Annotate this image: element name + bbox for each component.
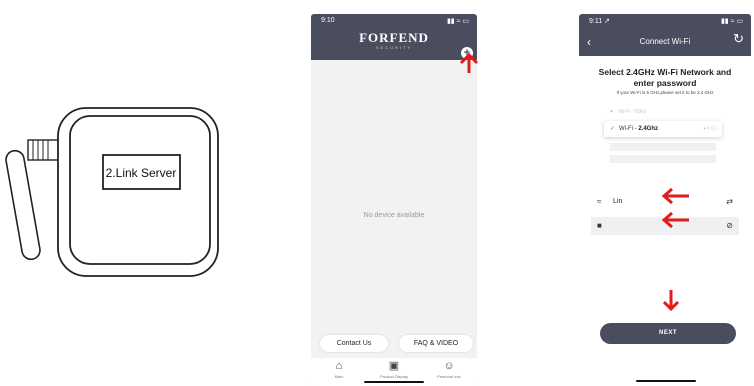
lock-icon: ■ (597, 221, 602, 230)
contact-us-button[interactable]: Contact Us (320, 335, 388, 352)
check-icon: ✓ (610, 126, 616, 132)
swap-icon[interactable]: ⇄ (726, 193, 733, 211)
tab-personal-info[interactable]: ☺ Personal Info (424, 360, 474, 379)
page-title: Connect Wi-Fi (639, 37, 691, 46)
server-body-inner (69, 115, 211, 265)
home-icon: ⌂ (335, 360, 343, 372)
cart-icon: ▣ (388, 360, 400, 372)
ssid-value: Lin (613, 198, 623, 205)
arrow-left-icon (661, 211, 689, 229)
brand-logo: FORFEND (359, 30, 429, 45)
tab-label: Main (334, 374, 344, 379)
person-icon: ☺ (443, 360, 455, 372)
tab-product-display[interactable]: ▣ Product Display (369, 360, 419, 379)
tab-main[interactable]: ⌂ Main (314, 360, 364, 379)
tab-label: Personal Info (437, 374, 461, 379)
faq-video-button[interactable]: FAQ & VIDEO (399, 335, 473, 352)
status-bar: 9:10 ▮▮ ≈ ▭ (311, 14, 477, 28)
network-row-24ghz[interactable]: ✓ Wi-Fi - 2.4Ghz • ≈ ⓘ (604, 121, 722, 137)
instruction-hint: If your Wi-Fi is 5 GHz,please set it to … (616, 90, 714, 95)
brand-subtitle: SECURITY (375, 45, 413, 50)
status-bar: 9:11 ↗ ▮▮ ≈ ▭ (579, 14, 751, 28)
device-label: 2.Link Server (106, 166, 177, 180)
network-name: Wi-Fi - 5Ghz (618, 109, 647, 115)
empty-state-text: No device available (363, 212, 425, 219)
status-time: 9:10 (321, 17, 335, 24)
arrow-up-icon (459, 52, 479, 73)
next-button[interactable]: NEXT (600, 323, 736, 344)
wifi-network-list: × Wi-Fi - 5Ghz ✓ Wi-Fi - 2.4Ghz • ≈ ⓘ (604, 107, 722, 169)
refresh-icon[interactable]: ↻ (733, 31, 744, 47)
link-server-illustration: 2.Link Server (5, 107, 219, 277)
status-icons: ▮▮ ≈ ▭ (720, 18, 743, 25)
antenna (5, 139, 61, 261)
arrow-left-icon (661, 187, 689, 205)
home-indicator (364, 381, 424, 383)
wifi-icon: ≈ (597, 197, 602, 206)
network-row-5ghz[interactable]: × Wi-Fi - 5Ghz (610, 107, 716, 117)
arrow-down-icon (662, 290, 680, 312)
instruction-heading: Select 2.4GHz Wi-Fi Network and enter pa… (598, 67, 732, 88)
home-indicator (636, 380, 696, 382)
phone-screen-home: 9:10 ▮▮ ≈ ▭ FORFEND SECURITY + No device… (311, 14, 477, 386)
eye-off-icon[interactable]: ⊘ (726, 217, 733, 235)
network-row-placeholder (610, 155, 716, 163)
network-row-placeholder (610, 143, 716, 151)
signal-icon: • ≈ ⓘ (703, 126, 716, 132)
x-mark-icon: × (610, 109, 613, 115)
network-name: Wi-Fi - 2.4Ghz (619, 126, 659, 132)
tab-label: Product Display (379, 374, 408, 379)
status-time: 9:11 ↗ (589, 18, 610, 25)
status-icons: ▮▮ ≈ ▭ (446, 18, 469, 25)
